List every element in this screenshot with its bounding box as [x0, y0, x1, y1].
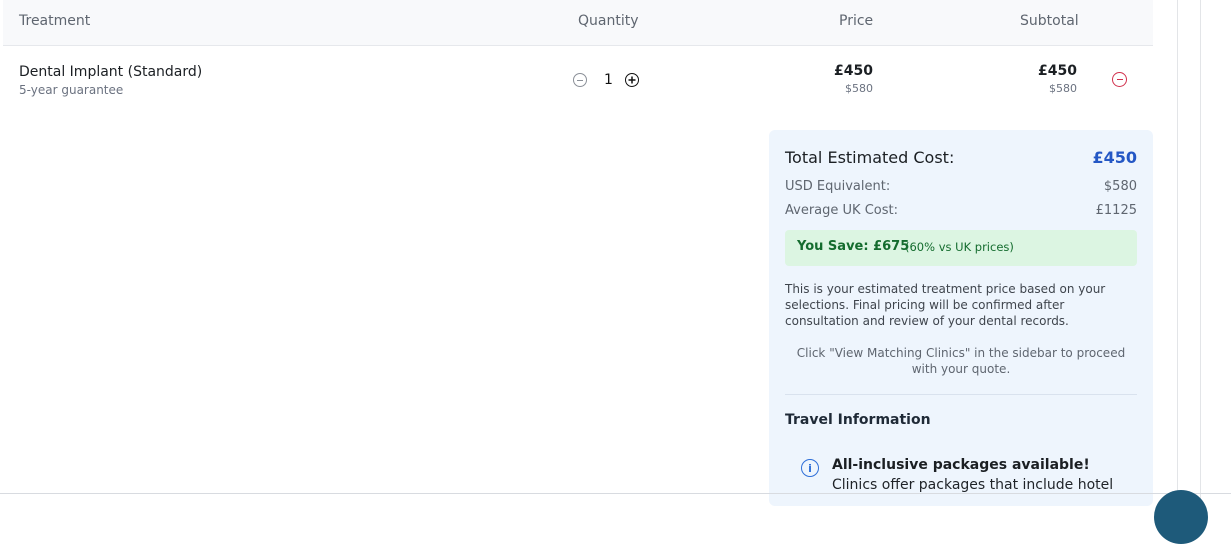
uk-average-label: Average UK Cost: [785, 203, 898, 218]
quantity-stepper: 1 [573, 72, 645, 89]
minus-circle-icon[interactable] [573, 73, 587, 87]
header-subtotal: Subtotal [1020, 13, 1079, 29]
price-gbp: £450 [834, 63, 873, 79]
treatment-name: Dental Implant (Standard) [19, 64, 203, 80]
viewport-bottom-edge [0, 493, 1231, 494]
sidebar-cta-hint: Click "View Matching Clinics" in the sid… [796, 346, 1126, 376]
header-quantity: Quantity [578, 13, 639, 29]
treatment-guarantee: 5-year guarantee [19, 83, 124, 97]
subtotal-usd: $580 [1049, 82, 1077, 95]
header-treatment: Treatment [19, 13, 91, 29]
total-cost-value: £450 [1092, 148, 1137, 167]
pricing-disclaimer: This is your estimated treatment price b… [785, 282, 1106, 328]
usd-equivalent-row: USD Equivalent: $580 [785, 179, 1137, 197]
treatment-quote-page: Treatment Quantity Price Subtotal Dental… [0, 0, 1231, 544]
travel-info-text: All-inclusive packages available! Clinic… [832, 455, 1123, 495]
subtotal-gbp: £450 [1038, 63, 1077, 79]
travel-info-title: Travel Information [785, 412, 931, 428]
usd-equivalent-label: USD Equivalent: [785, 179, 891, 194]
price-usd: $580 [845, 82, 873, 95]
info-icon: i [801, 459, 819, 477]
sidebar-border [1177, 0, 1178, 506]
chat-button[interactable] [1154, 490, 1208, 544]
scrollbar-track[interactable] [1200, 0, 1201, 506]
uk-average-value: £1125 [1095, 203, 1137, 218]
plus-circle-icon[interactable] [625, 73, 639, 87]
savings-amount: You Save: £675 [797, 239, 910, 254]
remove-circle-icon[interactable] [1112, 72, 1127, 87]
table-row: Dental Implant (Standard) 5-year guarant… [3, 46, 1153, 116]
cost-summary-card: Total Estimated Cost: £450 USD Equivalen… [769, 130, 1153, 506]
header-price: Price [839, 13, 874, 29]
travel-info-body: Clinics offer packages that include hote… [832, 477, 1114, 493]
usd-equivalent-value: $580 [1103, 179, 1137, 194]
savings-banner: You Save: £675 (60% vs UK prices) [785, 230, 1137, 266]
divider [785, 394, 1137, 395]
savings-percent: (60% vs UK prices) [905, 240, 1014, 254]
table-header: Treatment Quantity Price Subtotal [3, 0, 1153, 46]
total-cost-row: Total Estimated Cost: £450 [785, 148, 1137, 170]
travel-info-highlight: All-inclusive packages available! [832, 457, 1090, 473]
total-cost-label: Total Estimated Cost: [785, 148, 955, 167]
treatment-table: Treatment Quantity Price Subtotal Dental… [3, 0, 1153, 116]
subtotal-cell: £450 $580 [993, 63, 1077, 95]
price-cell: £450 $580 [783, 63, 873, 95]
quantity-value: 1 [604, 72, 613, 88]
uk-average-row: Average UK Cost: £1125 [785, 203, 1137, 221]
